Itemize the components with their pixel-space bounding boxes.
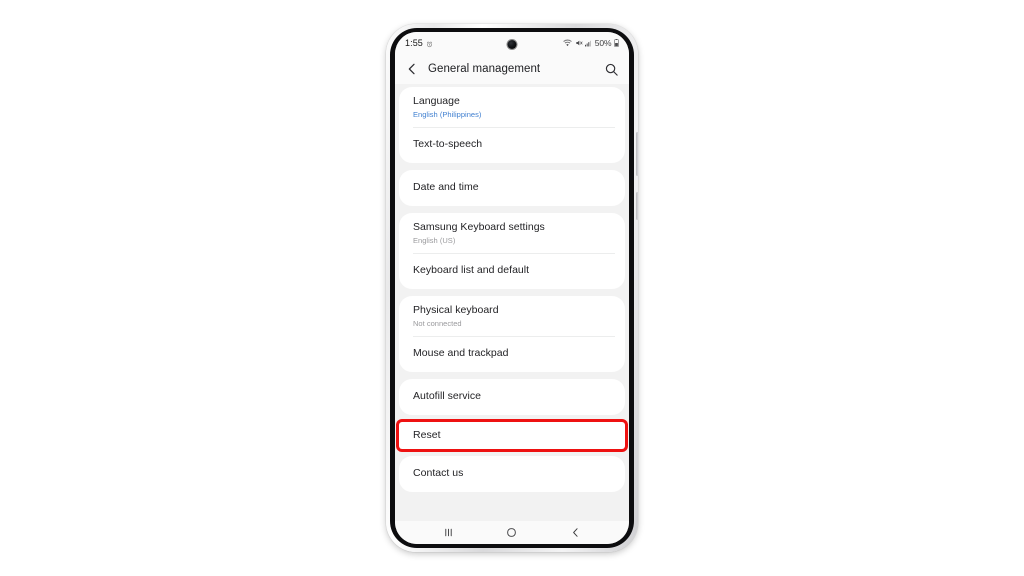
volume-button[interactable]: [636, 132, 639, 176]
cellular-signal-icon: [585, 40, 592, 47]
settings-row-title: Mouse and trackpad: [413, 347, 509, 360]
settings-group: Physical keyboard Not connected Mouse and …: [399, 296, 625, 372]
settings-row[interactable]: Text-to-speech: [399, 127, 625, 163]
back-chevron-icon[interactable]: [404, 61, 420, 77]
settings-group: Contact us: [399, 456, 625, 492]
wifi-icon: [563, 39, 573, 47]
back-icon[interactable]: [562, 524, 588, 542]
settings-group: Autofill service: [399, 379, 625, 415]
settings-row-title: Language: [413, 94, 460, 107]
battery-percent-label: 50%: [594, 38, 612, 48]
phone-screen: 1:55 50% General management Language Eng…: [395, 32, 629, 544]
settings-row-title: Physical keyboard: [413, 303, 499, 316]
settings-row-title: Date and time: [413, 181, 479, 194]
settings-list[interactable]: Language English (Philippines) Text-to-spe…: [395, 84, 629, 521]
settings-row[interactable]: Reset: [399, 422, 625, 449]
status-bar-left: 1:55: [405, 38, 433, 48]
power-button[interactable]: [636, 192, 639, 220]
settings-row-subtitle: English (Philippines): [413, 110, 482, 120]
phone-device-frame: 1:55 50% General management Language Eng…: [386, 24, 639, 552]
settings-row[interactable]: Autofill service: [399, 379, 625, 415]
settings-row-title: Text-to-speech: [413, 138, 483, 151]
settings-row-subtitle: English (US): [413, 236, 456, 246]
settings-row-title: Reset: [413, 428, 441, 441]
front-camera-punch-hole: [507, 40, 517, 49]
settings-row-subtitle: Not connected: [413, 319, 462, 329]
settings-row[interactable]: Physical keyboard Not connected: [399, 296, 625, 336]
settings-group-highlighted: Reset: [399, 422, 625, 449]
settings-group: Language English (Philippines) Text-to-spe…: [399, 87, 625, 163]
status-bar-right: 50%: [563, 38, 619, 48]
screenshot-canvas: 1:55 50% General management Language Eng…: [0, 0, 1024, 576]
status-bar-clock: 1:55: [405, 38, 423, 48]
recents-icon[interactable]: [436, 524, 462, 542]
app-header: General management: [395, 54, 629, 84]
settings-group: Samsung Keyboard settings English (US) Key…: [399, 213, 625, 289]
sound-off-icon: [575, 39, 583, 47]
home-icon[interactable]: [499, 524, 525, 542]
settings-row[interactable]: Keyboard list and default: [399, 253, 625, 289]
alarm-icon: [426, 40, 433, 47]
settings-row[interactable]: Samsung Keyboard settings English (US): [399, 213, 625, 253]
page-title: General management: [428, 63, 541, 75]
system-navigation-bar: [395, 521, 629, 544]
settings-group: Date and time: [399, 170, 625, 206]
settings-row-title: Keyboard list and default: [413, 264, 530, 277]
battery-icon: [614, 39, 619, 47]
settings-row[interactable]: Language English (Philippines): [399, 87, 625, 127]
settings-row[interactable]: Mouse and trackpad: [399, 336, 625, 372]
settings-row-title: Samsung Keyboard settings: [413, 220, 545, 233]
settings-row-title: Autofill service: [413, 390, 482, 403]
settings-row-title: Contact us: [413, 467, 464, 480]
settings-row[interactable]: Date and time: [399, 170, 625, 206]
search-icon[interactable]: [604, 62, 619, 77]
settings-row[interactable]: Contact us: [399, 456, 625, 492]
